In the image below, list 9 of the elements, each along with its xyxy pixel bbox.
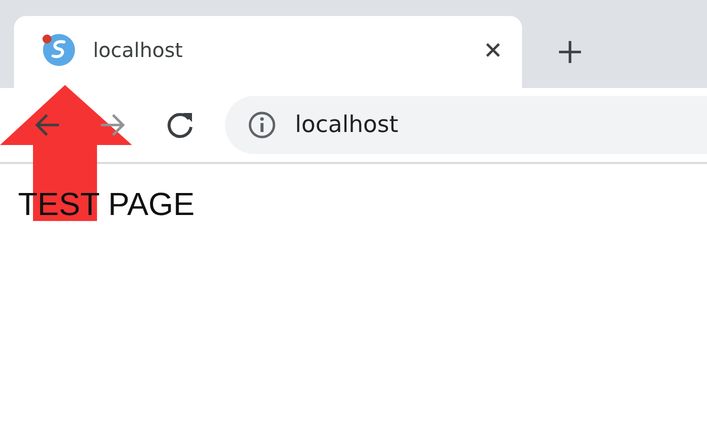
info-icon bbox=[247, 110, 277, 140]
url-text: localhost bbox=[295, 112, 398, 138]
new-tab-icon[interactable] bbox=[559, 41, 581, 63]
browser-tab[interactable]: localhost bbox=[14, 16, 522, 88]
favicon-icon bbox=[40, 31, 76, 67]
close-icon[interactable] bbox=[485, 42, 501, 58]
tab-title: localhost bbox=[93, 38, 184, 62]
reload-icon[interactable] bbox=[165, 110, 195, 140]
address-bar[interactable]: localhost bbox=[225, 96, 707, 154]
